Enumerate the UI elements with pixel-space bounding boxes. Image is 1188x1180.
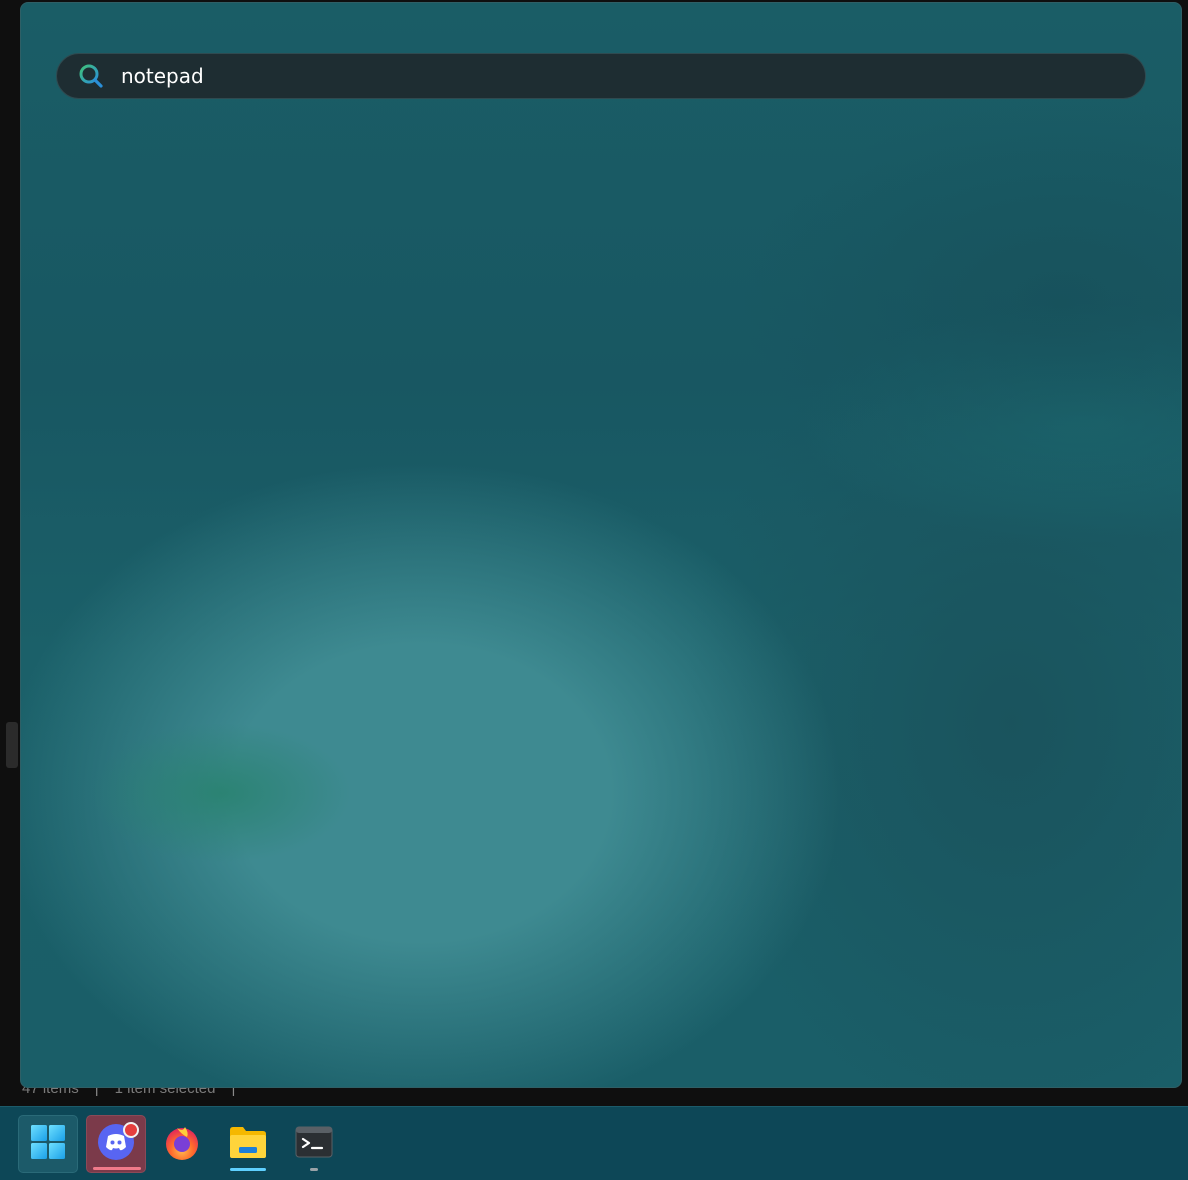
running-indicator (230, 1168, 266, 1171)
search-flyout (20, 2, 1182, 1088)
windows-logo-icon (30, 1124, 66, 1164)
start-button[interactable] (18, 1115, 78, 1173)
taskbar-discord[interactable] (86, 1115, 146, 1173)
search-icon (77, 62, 105, 90)
folder-icon (228, 1124, 268, 1164)
taskbar-terminal[interactable] (284, 1115, 344, 1173)
search-box[interactable] (56, 53, 1146, 99)
running-indicator (310, 1168, 318, 1171)
background-scrollbar[interactable] (6, 722, 18, 768)
firefox-icon (163, 1123, 201, 1165)
taskbar-file-explorer[interactable] (218, 1115, 278, 1173)
search-input[interactable] (121, 61, 1145, 91)
terminal-icon (295, 1126, 333, 1162)
running-indicator (93, 1167, 141, 1170)
notification-badge (123, 1122, 139, 1138)
taskbar-firefox[interactable] (152, 1115, 212, 1173)
taskbar (0, 1106, 1188, 1180)
